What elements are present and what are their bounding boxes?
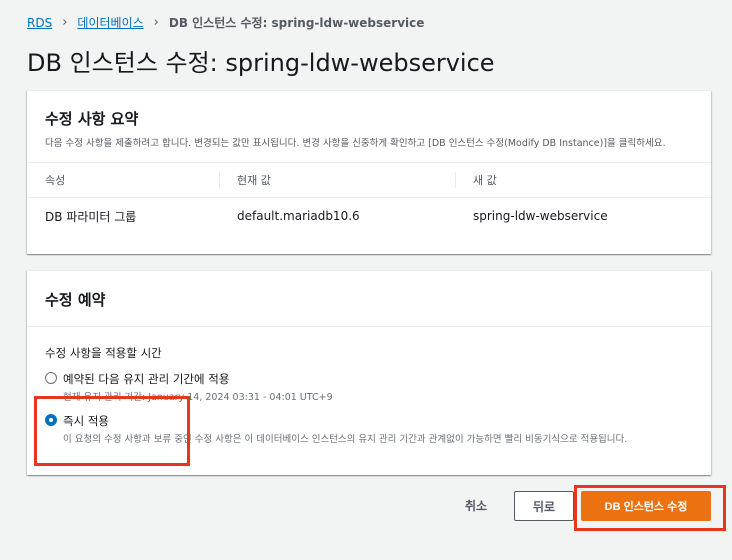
radio-button-unchecked[interactable] bbox=[45, 372, 57, 384]
summary-description: 다음 수정 사항을 제출하려고 합니다. 변경되는 값만 표시됩니다. 변경 사… bbox=[45, 138, 666, 149]
cell-new-value: spring-ldw-webservice bbox=[473, 209, 608, 223]
breadcrumb-current: DB 인스턴스 수정: spring-ldw-webservice bbox=[168, 16, 425, 30]
table-row: DB 파라미터 그룹 default.mariadb10.6 spring-ld… bbox=[27, 198, 711, 235]
summary-table: 속성 현재 값 새 값 DB 파라미터 그룹 default.mariadb10… bbox=[27, 163, 711, 234]
highlight-box-apply-immediately bbox=[34, 396, 190, 466]
column-header-current-value: 현재 값 bbox=[219, 163, 455, 198]
schedule-header: 수정 예약 bbox=[27, 271, 711, 327]
highlight-box-submit bbox=[574, 485, 726, 531]
table-header-row: 속성 현재 값 새 값 bbox=[27, 163, 711, 198]
chevron-right-icon: › bbox=[153, 15, 159, 30]
cell-current-value: default.mariadb10.6 bbox=[237, 209, 360, 223]
back-button[interactable]: 뒤로 bbox=[514, 491, 574, 521]
page-title: DB 인스턴스 수정: spring-ldw-webservice bbox=[27, 49, 495, 77]
radio-label-next-maintenance[interactable]: 예약된 다음 유지 관리 기간에 적용 bbox=[63, 371, 693, 387]
column-header-new-value: 새 값 bbox=[455, 163, 711, 198]
chevron-right-icon: › bbox=[62, 15, 68, 30]
breadcrumb: RDS › 데이터베이스 › DB 인스턴스 수정: spring-ldw-we… bbox=[27, 14, 424, 31]
summary-title: 수정 사항 요약 bbox=[45, 110, 139, 128]
apply-time-label: 수정 사항을 적용할 시간 bbox=[45, 346, 162, 360]
schedule-title: 수정 예약 bbox=[45, 291, 106, 309]
breadcrumb-databases-link[interactable]: 데이터베이스 bbox=[77, 14, 143, 31]
breadcrumb-rds-link[interactable]: RDS bbox=[27, 16, 52, 30]
cell-attribute: DB 파라미터 그룹 bbox=[45, 209, 137, 224]
column-header-attribute: 속성 bbox=[27, 163, 219, 198]
summary-header: 수정 사항 요약 다음 수정 사항을 제출하려고 합니다. 변경되는 값만 표시… bbox=[27, 91, 711, 163]
summary-panel: 수정 사항 요약 다음 수정 사항을 제출하려고 합니다. 변경되는 값만 표시… bbox=[27, 90, 711, 254]
cancel-button[interactable]: 취소 bbox=[454, 494, 498, 518]
